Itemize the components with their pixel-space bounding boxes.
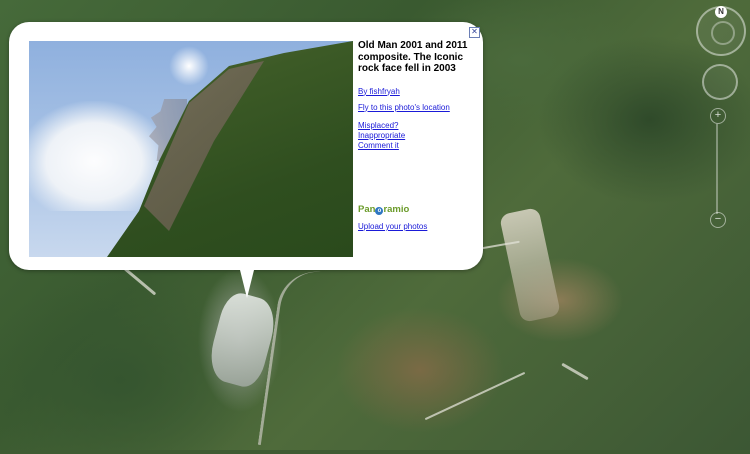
logo-text-pan: Pan	[358, 204, 376, 215]
compass-icon[interactable]: N	[696, 6, 746, 56]
map-ridge	[123, 267, 157, 296]
photo-title: Old Man 2001 and 2011 composite. The Ico…	[358, 40, 468, 74]
fly-to-location-link[interactable]: Fly to this photo's location	[358, 103, 473, 113]
close-icon[interactable]: ✕	[469, 27, 480, 38]
balloon-pointer	[240, 270, 254, 298]
panoramio-photo[interactable]	[29, 41, 353, 257]
map-rockslide	[499, 207, 561, 323]
author-link[interactable]: By fishfryah	[358, 87, 473, 97]
photo-info-panel: Old Man 2001 and 2011 composite. The Ico…	[358, 40, 473, 151]
zoom-slider-icon[interactable]	[716, 124, 718, 214]
pan-control-icon[interactable]	[702, 64, 738, 100]
panoramio-logo[interactable]: Pan o ramio	[358, 204, 409, 215]
compass-look-joystick[interactable]	[711, 21, 735, 45]
comment-link[interactable]: Comment it	[358, 141, 473, 151]
map-road	[257, 266, 346, 454]
photo-cloud	[169, 46, 209, 86]
zoom-in-button[interactable]: +	[710, 108, 726, 124]
logo-text-ramio: ramio	[383, 204, 410, 215]
compass-north-label: N	[715, 6, 727, 18]
photo-info-balloon: ✕ Old Man 2001 and 2011 composite. The I…	[9, 22, 483, 270]
map-ridge	[424, 371, 526, 421]
zoom-out-button[interactable]: −	[710, 212, 726, 228]
upload-photos-link[interactable]: Upload your photos	[358, 222, 427, 232]
map-ridge	[561, 362, 589, 381]
navigation-controls: N + −	[696, 4, 746, 234]
misplaced-link[interactable]: Misplaced?	[358, 121, 473, 131]
inappropriate-link[interactable]: Inappropriate	[358, 131, 473, 141]
